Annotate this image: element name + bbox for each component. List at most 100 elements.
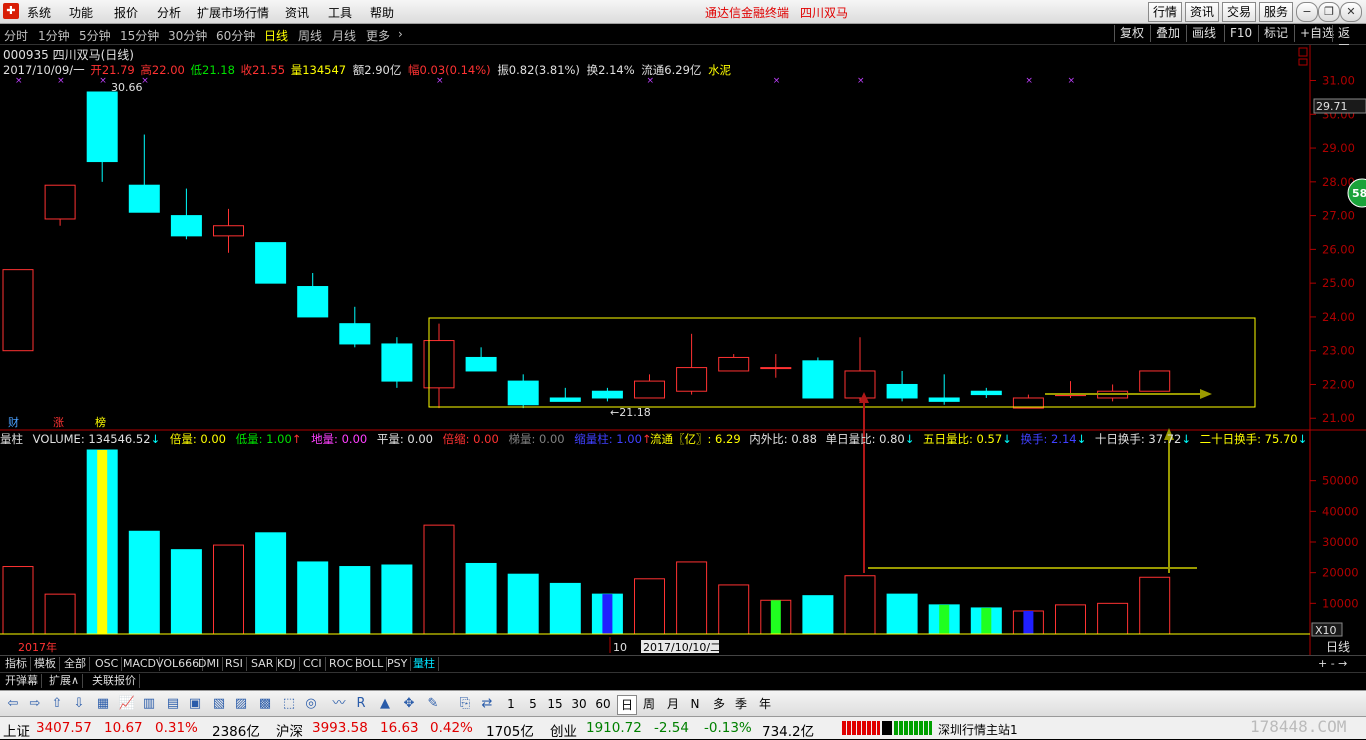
- period-1min[interactable]: 1分钟: [38, 27, 70, 44]
- period-btn-month[interactable]: 月: [664, 695, 682, 713]
- danmaku-toggle[interactable]: 开弹幕: [2, 674, 42, 688]
- event-x-marker[interactable]: ×: [773, 76, 781, 86]
- table-icon[interactable]: ▦: [94, 695, 112, 713]
- period-15min[interactable]: 15分钟: [120, 27, 159, 44]
- volume-bar[interactable]: [465, 562, 497, 635]
- f12-icon[interactable]: ▩: [256, 695, 274, 713]
- volume-bar[interactable]: [886, 593, 918, 635]
- volume-bar[interactable]: [170, 549, 202, 635]
- market-button[interactable]: 行情: [1148, 2, 1182, 22]
- period-btn-n[interactable]: N: [686, 695, 704, 713]
- period-btn-5[interactable]: 5: [524, 695, 542, 713]
- period-btn-multi[interactable]: 多: [710, 695, 728, 713]
- arrow-left-icon[interactable]: ⇦: [4, 695, 22, 713]
- menu-info[interactable]: 资讯: [285, 4, 309, 21]
- tab-indicator[interactable]: 指标: [2, 657, 31, 671]
- tab-volume-bar[interactable]: 量柱: [410, 657, 439, 671]
- pencil-icon[interactable]: ✎: [424, 695, 442, 713]
- candle-body[interactable]: [297, 286, 329, 318]
- tab-rsi[interactable]: RSI: [222, 657, 247, 671]
- candle-body[interactable]: [170, 215, 202, 237]
- volume-bar[interactable]: [213, 544, 244, 635]
- volume-bar[interactable]: [2, 566, 34, 635]
- arrow-down-icon[interactable]: ⇩: [70, 695, 88, 713]
- volume-bar[interactable]: [297, 561, 329, 635]
- volume-bar[interactable]: [255, 532, 287, 635]
- switch-icon[interactable]: ⇄: [478, 695, 496, 713]
- menu-quote[interactable]: 报价: [114, 4, 138, 21]
- zoom-controls[interactable]: + - →: [1318, 657, 1347, 670]
- draw-line-button[interactable]: 画线: [1186, 25, 1221, 42]
- trade-button[interactable]: 交易: [1222, 2, 1256, 22]
- rise-marker[interactable]: 涨: [53, 416, 64, 429]
- period-daily[interactable]: 日线: [264, 27, 288, 44]
- sh-label[interactable]: 上证: [3, 720, 30, 740]
- period-btn-1[interactable]: 1: [502, 695, 520, 713]
- restore-rights-button[interactable]: 复权: [1114, 25, 1149, 42]
- period-btn-quarter[interactable]: 季: [732, 695, 750, 713]
- event-x-marker[interactable]: ×: [436, 76, 444, 86]
- tab-dmi[interactable]: DMI: [195, 657, 224, 671]
- period-more[interactable]: 更多: [366, 27, 390, 44]
- candle-body[interactable]: [718, 356, 750, 372]
- candle-body[interactable]: [465, 356, 497, 372]
- back-button[interactable]: 返回: [1332, 25, 1366, 57]
- period-btn-week[interactable]: 周: [640, 695, 658, 713]
- move-icon[interactable]: ✥: [400, 695, 418, 713]
- f5-icon[interactable]: ⎘: [456, 695, 474, 713]
- period-btn-year[interactable]: 年: [756, 695, 774, 713]
- menu-help[interactable]: 帮助: [370, 4, 394, 21]
- volume-bar[interactable]: [844, 575, 876, 635]
- refresh-icon[interactable]: ◎: [302, 695, 320, 713]
- menu-ext-market[interactable]: 扩展市场行情: [197, 4, 269, 21]
- wave-icon[interactable]: 〰: [330, 695, 348, 713]
- rank-marker[interactable]: 榜: [95, 415, 106, 429]
- candle-body[interactable]: [213, 225, 244, 237]
- period-30min[interactable]: 30分钟: [168, 27, 207, 44]
- server-status[interactable]: 深圳行情主站1: [938, 721, 1018, 738]
- rsi-icon[interactable]: R: [352, 695, 370, 713]
- volume-bar[interactable]: [381, 564, 413, 635]
- export-icon[interactable]: ⬚: [280, 695, 298, 713]
- candle-body[interactable]: [339, 323, 371, 345]
- candle-body[interactable]: [676, 367, 708, 392]
- event-x-marker[interactable]: ×: [15, 76, 23, 86]
- tab-template[interactable]: 模板: [31, 657, 60, 671]
- overlay-button[interactable]: 叠加: [1150, 25, 1185, 42]
- candle-body[interactable]: [507, 380, 539, 406]
- cy-label[interactable]: 创业: [550, 720, 577, 740]
- expand-toggle[interactable]: 扩展∧: [46, 674, 84, 688]
- event-x-marker[interactable]: ×: [647, 76, 655, 86]
- tab-all[interactable]: 全部: [61, 657, 90, 671]
- volume-bar[interactable]: [718, 584, 750, 635]
- news-icon[interactable]: ▧: [210, 695, 228, 713]
- event-x-marker[interactable]: ×: [57, 76, 65, 86]
- event-x-marker[interactable]: ×: [1068, 76, 1076, 86]
- period-5min[interactable]: 5分钟: [79, 27, 111, 44]
- period-btn-60[interactable]: 60: [594, 695, 612, 713]
- event-x-marker[interactable]: ×: [857, 76, 865, 86]
- volume-bar[interactable]: [634, 578, 665, 635]
- candle-body[interactable]: [591, 390, 623, 399]
- line-chart-icon[interactable]: 📈: [118, 695, 136, 713]
- volume-bar[interactable]: [128, 530, 160, 635]
- f10-icon[interactable]: ▤: [164, 695, 182, 713]
- candle-body[interactable]: [802, 360, 834, 399]
- volume-bar[interactable]: [507, 573, 539, 635]
- candle-body[interactable]: [886, 383, 918, 399]
- arrow-right-icon[interactable]: ⇨: [26, 695, 44, 713]
- period-60min[interactable]: 60分钟: [216, 27, 255, 44]
- mark-button[interactable]: 标记: [1258, 25, 1293, 42]
- candle-icon[interactable]: ▥: [140, 695, 158, 713]
- volume-bar[interactable]: [423, 524, 455, 635]
- volume-bar[interactable]: [1055, 604, 1086, 635]
- candle-body[interactable]: [634, 380, 665, 399]
- tab-sar[interactable]: SAR: [248, 657, 278, 671]
- menu-function[interactable]: 功能: [69, 4, 93, 21]
- candle-body[interactable]: [44, 184, 76, 220]
- menu-tools[interactable]: 工具: [328, 4, 352, 21]
- f10-button[interactable]: F10: [1224, 25, 1257, 42]
- period-btn-15[interactable]: 15: [546, 695, 564, 713]
- candle-body[interactable]: [255, 242, 287, 284]
- sz-label[interactable]: 沪深: [276, 720, 303, 740]
